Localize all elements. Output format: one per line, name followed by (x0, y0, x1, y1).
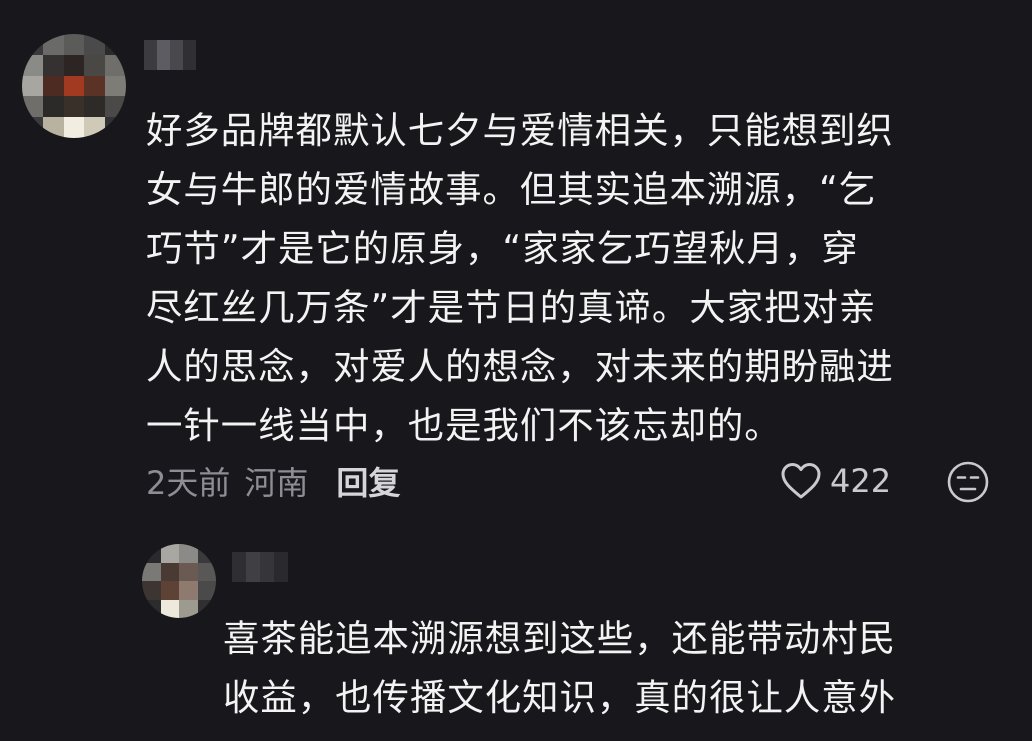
comment-meta: 2天前 河南 回复 (146, 456, 400, 506)
comment-line: 一针一线当中，也是我们不该忘却的。 (146, 404, 782, 447)
like-count: 422 (830, 462, 892, 500)
comment-line: 好多品牌都默认七夕与爱情相关，只能想到织 (146, 109, 894, 152)
like-button[interactable]: 422 (780, 456, 891, 506)
username-blurred[interactable] (144, 40, 196, 70)
heart-outline-icon (781, 463, 821, 499)
comment-text: 喜茶能追本溯源想到这些，还能带动村民 收益，也传播文化知识，真的很让人意外 (223, 609, 1003, 727)
avatar[interactable] (22, 34, 126, 138)
comment-line: 人的思念，对爱人的想念，对未来的期盼融进 (146, 345, 894, 388)
comment-location: 河南 (244, 464, 309, 502)
reply-button[interactable]: 回复 (336, 458, 400, 504)
comment-line: 尽红丝几万条”才是节日的真谛。大家把对亲 (146, 286, 877, 329)
username-blurred[interactable] (232, 552, 288, 582)
unhappy-face-icon[interactable] (946, 460, 990, 504)
comment-line: 喜茶能追本溯源想到这些，还能带动村民 (223, 617, 897, 660)
avatar[interactable] (142, 544, 216, 618)
comment-line: 女与牛郎的爱情故事。但其实追本溯源，“乞 (146, 168, 877, 211)
comment-time: 2天前 (146, 464, 231, 502)
comment-line: 收益，也传播文化知识，真的很让人意外 (223, 676, 897, 719)
comment-line: 巧节”才是它的原身，“家家乞巧望秋月，穿 (146, 227, 859, 270)
comment-text: 好多品牌都默认七夕与爱情相关，只能想到织 女与牛郎的爱情故事。但其实追本溯源，“… (146, 101, 1006, 455)
comment-item: 好多品牌都默认七夕与爱情相关，只能想到织 女与牛郎的爱情故事。但其实追本溯源，“… (0, 0, 1032, 530)
